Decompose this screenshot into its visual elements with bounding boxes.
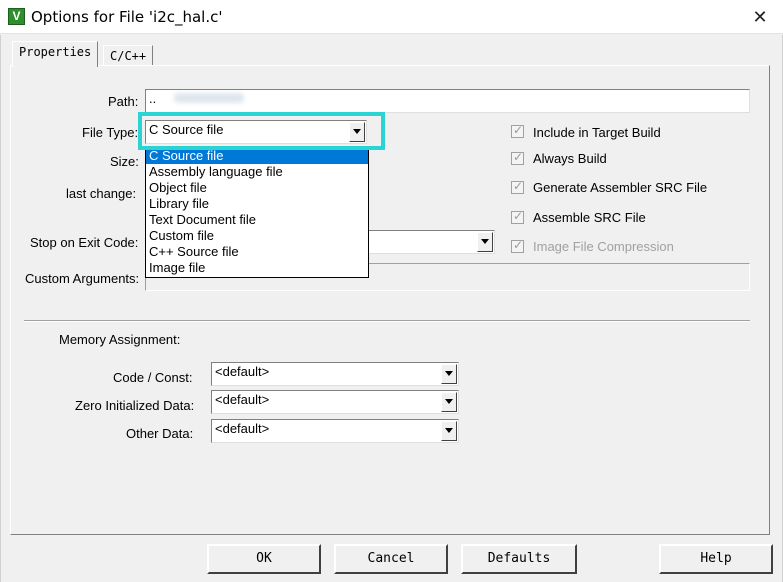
chevron-down-icon[interactable] — [441, 421, 457, 441]
ok-button[interactable]: OK — [207, 544, 321, 574]
zero-init-value: <default> — [215, 392, 270, 407]
generate-asm-src-label: Generate Assembler SRC File — [533, 180, 708, 195]
dropdown-option[interactable]: C++ Source file — [146, 244, 368, 260]
dropdown-option[interactable]: Image file — [146, 260, 368, 276]
image-compression-checkbox — [511, 238, 524, 253]
path-field[interactable]: .. — [145, 89, 750, 113]
chevron-down-icon[interactable] — [441, 392, 457, 412]
code-const-value: <default> — [215, 364, 270, 379]
keil-app-icon: V — [8, 8, 25, 25]
chevron-down-icon[interactable] — [441, 364, 457, 384]
stop-on-exit-label: Stop on Exit Code: — [30, 235, 139, 250]
include-in-build-checkbox[interactable] — [511, 123, 524, 138]
other-data-label: Other Data: — [126, 426, 194, 441]
include-in-build-label: Include in Target Build — [533, 125, 661, 140]
custom-args-label: Custom Arguments: — [25, 271, 140, 286]
code-const-select[interactable]: <default> — [211, 362, 459, 386]
dropdown-option[interactable]: Assembly language file — [146, 164, 368, 180]
code-const-label: Code / Const: — [113, 370, 193, 385]
tab-properties[interactable]: Properties — [12, 41, 99, 67]
help-button[interactable]: Help — [659, 544, 773, 574]
other-data-select[interactable]: <default> — [211, 419, 459, 443]
chevron-down-icon[interactable] — [349, 122, 365, 142]
title-bar: V Options for File 'i2c_hal.c' ✕ — [0, 0, 783, 34]
file-type-value: C Source file — [149, 122, 224, 137]
file-type-select[interactable]: C Source file — [145, 120, 367, 144]
cancel-button[interactable]: Cancel — [334, 544, 448, 574]
zero-init-label: Zero Initialized Data: — [75, 398, 195, 413]
chevron-down-icon[interactable] — [477, 232, 493, 252]
assemble-src-checkbox[interactable] — [511, 209, 524, 224]
section-divider — [24, 320, 750, 322]
dropdown-option[interactable]: Object file — [146, 180, 368, 196]
dropdown-option[interactable]: Custom file — [146, 228, 368, 244]
assemble-src-label: Assemble SRC File — [533, 210, 646, 225]
memory-assignment-label: Memory Assignment: — [59, 332, 181, 347]
file-type-label: File Type: — [82, 125, 139, 140]
last-change-label: last change: — [66, 186, 137, 201]
generate-asm-src-checkbox[interactable] — [511, 179, 524, 194]
image-compression-label: Image File Compression — [533, 239, 674, 254]
always-build-checkbox[interactable] — [511, 150, 524, 165]
path-label: Path: — [108, 94, 139, 109]
other-data-value: <default> — [215, 421, 270, 436]
defaults-button[interactable]: Defaults — [461, 544, 577, 574]
always-build-label: Always Build — [533, 151, 607, 166]
dropdown-option[interactable]: Text Document file — [146, 212, 368, 228]
zero-init-select[interactable]: <default> — [211, 390, 459, 414]
tab-c-cpp[interactable]: C/C++ — [103, 45, 154, 66]
window-title: Options for File 'i2c_hal.c' — [31, 8, 223, 26]
close-icon[interactable]: ✕ — [748, 5, 772, 29]
dropdown-option[interactable]: C Source file — [146, 148, 368, 164]
path-value: .. — [149, 91, 157, 106]
size-label: Size: — [110, 154, 139, 169]
file-type-dropdown-list: C Source file Assembly language file Obj… — [145, 147, 369, 278]
path-blurred-region — [173, 93, 244, 103]
dropdown-option[interactable]: Library file — [146, 196, 368, 212]
